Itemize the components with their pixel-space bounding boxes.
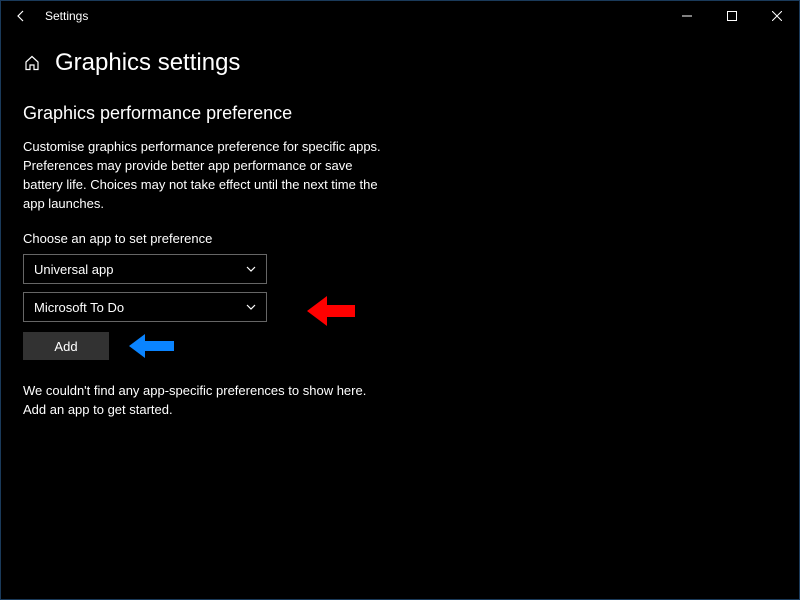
annotation-blue-arrow bbox=[129, 334, 174, 358]
chevron-down-icon bbox=[246, 264, 256, 275]
section-description: Customise graphics performance preferenc… bbox=[23, 138, 388, 213]
maximize-icon bbox=[727, 11, 737, 21]
minimize-button[interactable] bbox=[664, 1, 709, 31]
app-select-dropdown[interactable]: Microsoft To Do bbox=[23, 292, 267, 322]
window-controls bbox=[664, 1, 799, 31]
maximize-button[interactable] bbox=[709, 1, 754, 31]
app-select-value: Microsoft To Do bbox=[34, 300, 124, 315]
titlebar: Settings bbox=[1, 1, 799, 31]
content-area: Graphics settings Graphics performance p… bbox=[1, 31, 799, 430]
close-icon bbox=[772, 11, 782, 21]
choose-app-label: Choose an app to set preference bbox=[23, 231, 777, 246]
section-title: Graphics performance preference bbox=[23, 103, 777, 124]
close-button[interactable] bbox=[754, 1, 799, 31]
chevron-down-icon bbox=[246, 302, 256, 313]
page-header: Graphics settings bbox=[23, 49, 777, 77]
home-icon[interactable] bbox=[23, 54, 41, 72]
back-button[interactable] bbox=[7, 1, 35, 31]
empty-preferences-message: We couldn't find any app-specific prefer… bbox=[23, 382, 383, 420]
page-title: Graphics settings bbox=[55, 49, 240, 77]
app-type-dropdown[interactable]: Universal app bbox=[23, 254, 267, 284]
add-button[interactable]: Add bbox=[23, 332, 109, 360]
app-type-value: Universal app bbox=[34, 262, 114, 277]
back-arrow-icon bbox=[14, 9, 28, 23]
annotation-red-arrow bbox=[307, 296, 355, 326]
minimize-icon bbox=[682, 11, 692, 21]
window-title: Settings bbox=[45, 9, 88, 23]
